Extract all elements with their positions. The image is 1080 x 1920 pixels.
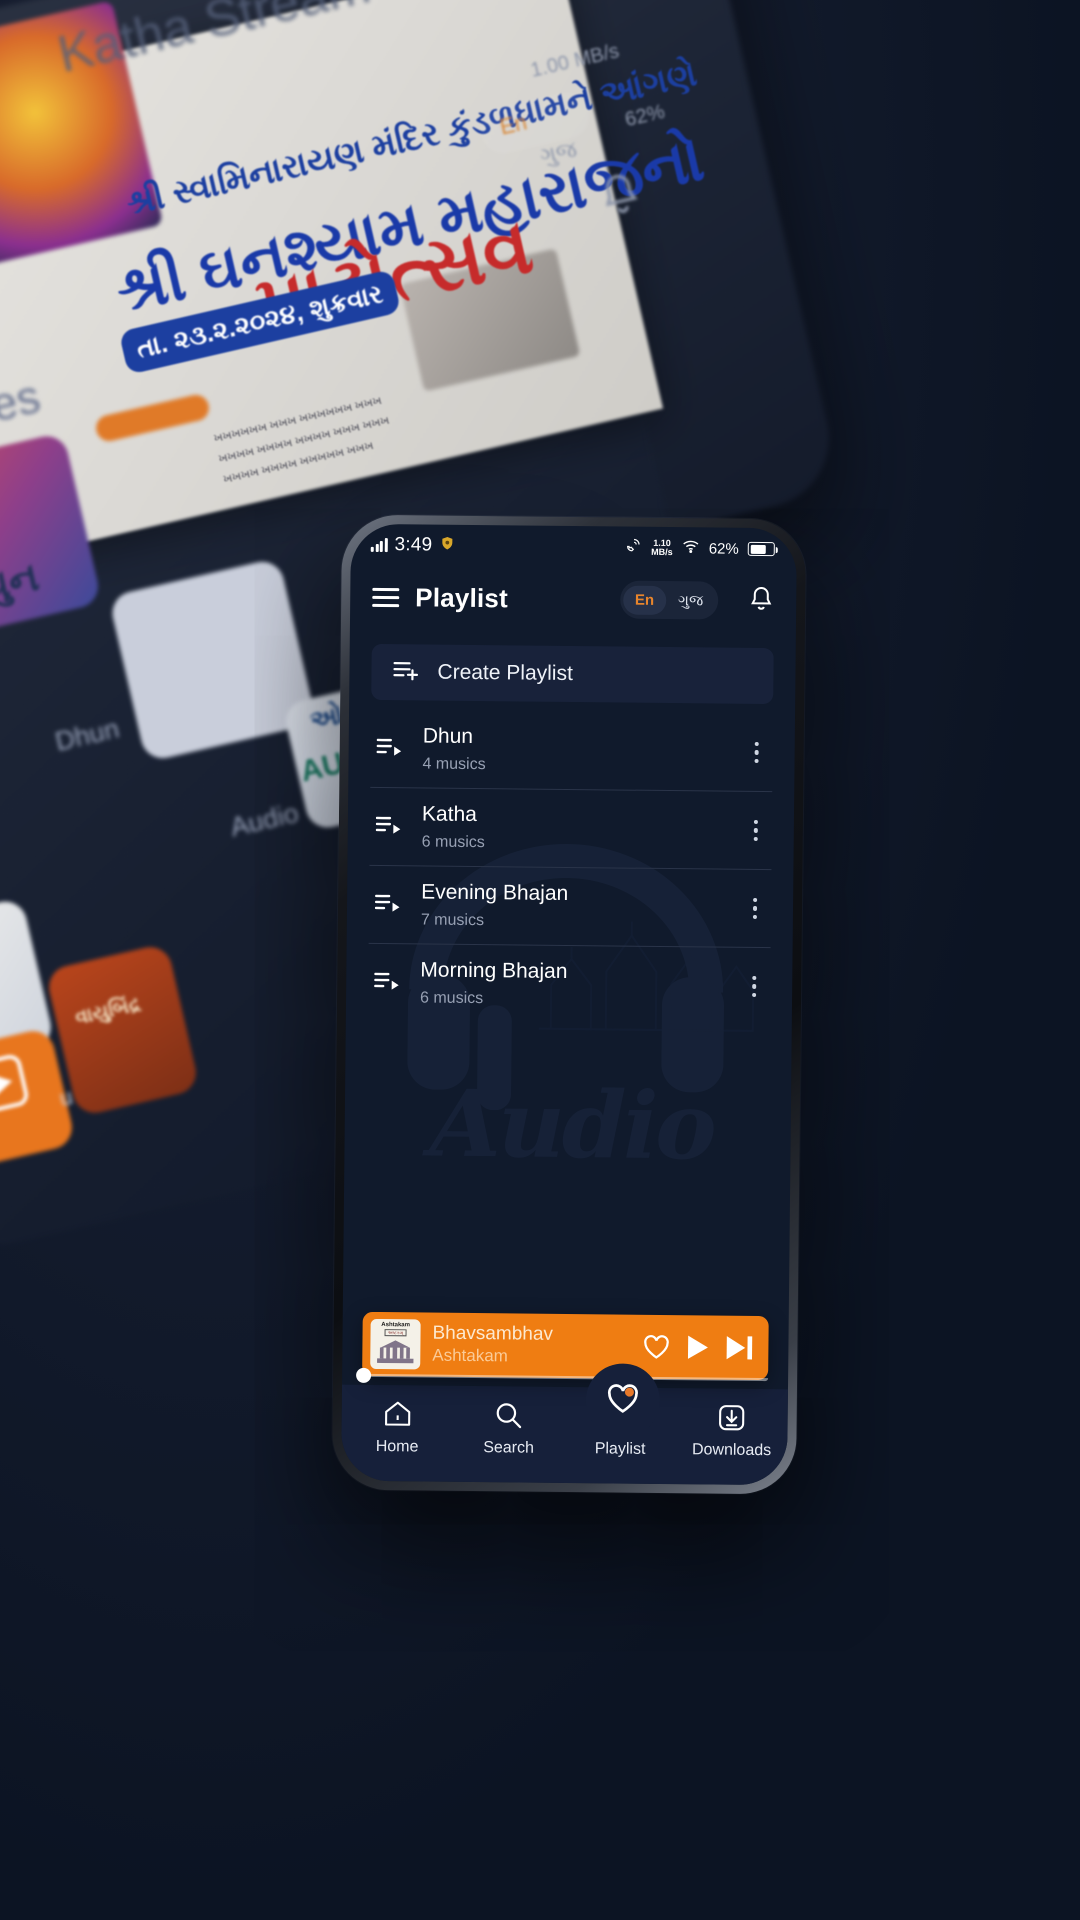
mini-player-text: Bhavsambhav Ashtakam xyxy=(432,1323,626,1368)
playlist-add-icon xyxy=(393,660,419,685)
playlist-name: Katha xyxy=(421,802,477,827)
playlist-row-text: Morning Bhajan 6 musics xyxy=(420,958,722,1010)
playlist-more-options-button[interactable] xyxy=(744,736,769,770)
nav-label-playlist: Playlist xyxy=(594,1440,646,1458)
playlist-count: 4 musics xyxy=(422,755,486,774)
status-time: 3:49 xyxy=(394,534,433,556)
nav-item-home[interactable]: Home xyxy=(341,1399,453,1457)
mini-player[interactable]: Ashtakam અષ્ટકમ્ Bhavsambhav Ashtakam xyxy=(356,1311,769,1383)
favorite-heart-button[interactable] xyxy=(642,1334,670,1360)
status-bar-left: 3:49 xyxy=(370,534,455,557)
watermark-text: Audio xyxy=(429,1069,715,1181)
playlist-list: Dhun 4 musics Katha 6 musics Evening Bha… xyxy=(368,709,774,1025)
create-playlist-label: Create Playlist xyxy=(437,660,573,686)
playlist-row-morning-bhajan[interactable]: Morning Bhajan 6 musics xyxy=(368,944,771,1025)
create-playlist-button[interactable]: Create Playlist xyxy=(371,643,774,705)
mini-player-controls xyxy=(638,1333,754,1362)
playlist-more-options-button[interactable] xyxy=(743,814,768,848)
album-art-title: Ashtakam xyxy=(381,1322,411,1329)
playlist-count: 6 musics xyxy=(419,989,484,1008)
phone-device: Audio 3:49 1.10 MB/s 62% Playlist En ગુજ… xyxy=(331,514,807,1495)
page-title: Playlist xyxy=(415,581,509,613)
playlist-row-dhun[interactable]: Dhun 4 musics xyxy=(370,709,774,793)
menu-button[interactable] xyxy=(372,587,400,607)
nav-item-downloads[interactable]: Downloads xyxy=(676,1402,788,1460)
battery-percent: 62% xyxy=(708,539,739,558)
playlist-name: Dhun xyxy=(422,724,474,748)
playback-progress-bar[interactable] xyxy=(356,1367,769,1383)
nav-item-search[interactable]: Search xyxy=(453,1400,565,1458)
nav-label-search: Search xyxy=(483,1439,535,1457)
signal-icon xyxy=(370,538,388,553)
playlist-more-options-button[interactable] xyxy=(742,970,767,1004)
battery-icon xyxy=(747,541,775,557)
playlist-more-options-button[interactable] xyxy=(742,892,767,926)
playlist-play-icon xyxy=(374,891,401,918)
network-speed-unit: MB/s xyxy=(651,546,673,558)
playlist-row-evening-bhajan[interactable]: Evening Bhajan 7 musics xyxy=(368,865,772,949)
language-option-en[interactable]: En xyxy=(622,585,667,615)
now-playing-title: Bhavsambhav xyxy=(432,1323,554,1346)
next-track-button[interactable] xyxy=(724,1334,754,1362)
playlist-count: 6 musics xyxy=(421,833,485,852)
playlist-name: Evening Bhajan xyxy=(421,880,569,905)
play-button[interactable] xyxy=(684,1333,710,1361)
status-bar: 3:49 1.10 MB/s 62% xyxy=(351,524,797,571)
playlist-name: Morning Bhajan xyxy=(420,958,568,983)
now-playing-subtitle: Ashtakam xyxy=(432,1345,509,1366)
nav-label-home: Home xyxy=(375,1438,419,1456)
language-toggle[interactable]: En ગુજ xyxy=(619,580,719,620)
status-bar-right: 1.10 MB/s 62% xyxy=(625,536,775,561)
bottom-navigation: Home Search Playlist Downloads xyxy=(341,1384,788,1486)
phone-screen: Audio 3:49 1.10 MB/s 62% Playlist En ગુજ… xyxy=(341,523,797,1486)
playlist-row-katha[interactable]: Katha 6 musics xyxy=(369,787,773,871)
playback-progress-knob[interactable] xyxy=(356,1367,372,1383)
app-header: Playlist En ગુજ xyxy=(350,566,797,633)
playlist-row-text: Katha 6 musics xyxy=(422,802,724,854)
shield-icon xyxy=(439,536,454,556)
playlist-play-icon xyxy=(375,813,402,840)
playlist-row-text: Dhun 4 musics xyxy=(422,724,724,776)
network-speed: 1.10 MB/s xyxy=(651,537,673,558)
nav-item-playlist[interactable]: Playlist xyxy=(564,1401,676,1459)
call-data-icon xyxy=(625,537,642,559)
album-art: Ashtakam અષ્ટકમ્ xyxy=(370,1318,421,1370)
album-art-badge: અષ્ટકમ્ xyxy=(384,1329,407,1337)
playlist-count: 7 musics xyxy=(420,911,485,930)
wifi-icon xyxy=(682,537,700,560)
language-option-gu[interactable]: ગુજ xyxy=(666,585,715,615)
playlist-play-icon xyxy=(373,969,400,996)
notification-bell-button[interactable] xyxy=(746,583,776,618)
playlist-row-text: Evening Bhajan 7 musics xyxy=(421,880,723,932)
nav-label-downloads: Downloads xyxy=(691,1441,772,1460)
playlist-play-icon xyxy=(376,735,403,762)
